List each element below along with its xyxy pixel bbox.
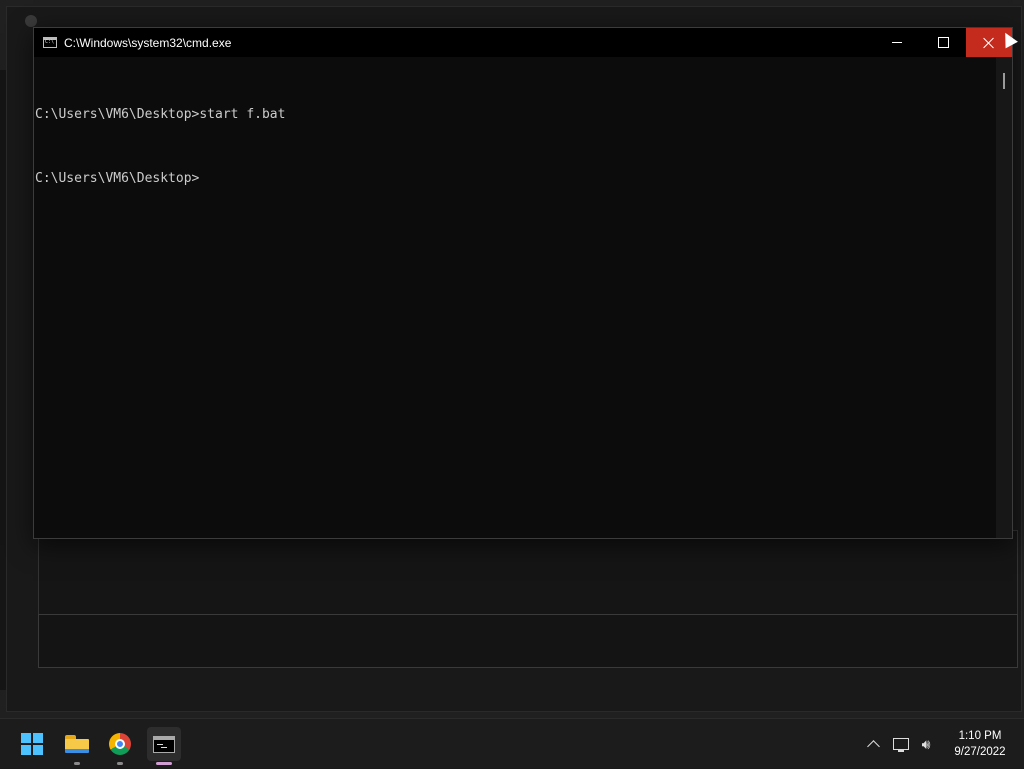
console-prompt: C:\Users\VM6\Desktop> (35, 171, 200, 186)
maximize-icon (937, 37, 949, 48)
taskbar-file-explorer[interactable] (60, 727, 94, 765)
running-indicator (74, 762, 80, 765)
windows-logo-icon (21, 733, 43, 755)
background-app-icon (25, 15, 37, 27)
taskbar: 🔊︎ 1:10 PM 9/27/2022 (0, 718, 1024, 768)
running-indicator (117, 762, 123, 765)
console-output[interactable]: C:\Users\VM6\Desktop>start f.bat C:\User… (34, 57, 994, 538)
title-bar[interactable]: C:\Windows\system32\cmd.exe (34, 28, 1012, 57)
chrome-icon (109, 733, 131, 755)
cmd-window-icon (43, 37, 57, 48)
active-indicator (156, 762, 172, 765)
window-title: C:\Windows\system32\cmd.exe (64, 35, 232, 50)
clock-date: 9/27/2022 (954, 746, 1006, 758)
show-hidden-icons-button[interactable] (864, 719, 882, 769)
folder-icon (65, 735, 89, 753)
volume-button[interactable]: 🔊︎ (917, 719, 935, 769)
chevron-up-icon (866, 740, 880, 753)
clock[interactable]: 1:10 PM 9/27/2022 (942, 728, 1018, 760)
taskbar-command-prompt[interactable] (147, 727, 181, 765)
clock-time: 1:10 PM (958, 730, 1002, 742)
minimize-button[interactable] (874, 28, 920, 57)
start-button[interactable] (15, 727, 49, 761)
console-line: C:\Users\VM6\Desktop>start f.bat (35, 107, 286, 122)
scrollbar-thumb[interactable] (1003, 73, 1005, 89)
cmd-icon (153, 735, 175, 753)
background-panel (38, 530, 1018, 615)
vertical-scrollbar[interactable] (996, 57, 1012, 538)
network-button[interactable] (892, 719, 910, 769)
cmd-window[interactable]: C:\Windows\system32\cmd.exe C:\Users\VM6… (33, 27, 1013, 539)
taskbar-chrome[interactable] (103, 727, 137, 765)
close-icon (983, 37, 995, 49)
maximize-button[interactable] (920, 28, 966, 57)
background-panel-lower (38, 614, 1018, 668)
minimize-icon (892, 42, 902, 43)
volume-icon: 🔊︎ (921, 735, 931, 752)
network-icon (893, 738, 909, 752)
